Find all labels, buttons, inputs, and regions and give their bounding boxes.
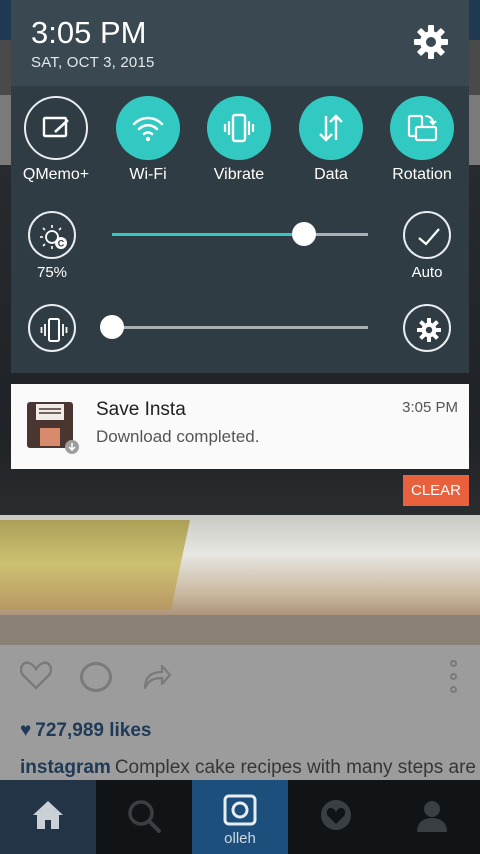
tile-wifi[interactable]: Wi-Fi: [105, 96, 191, 196]
qmemo-icon: [42, 116, 69, 138]
vibrate-icon: [223, 113, 255, 143]
tile-data[interactable]: Data: [288, 96, 374, 196]
clear-button[interactable]: CLEAR: [403, 475, 469, 506]
brightness-slider[interactable]: [112, 222, 368, 246]
nav-profile[interactable]: [384, 780, 480, 854]
brightness-slider-fill: [112, 233, 304, 236]
wifi-toggle[interactable]: [116, 96, 180, 160]
brightness-value: 75%: [36, 264, 68, 281]
like-heart-icon[interactable]: [20, 660, 52, 690]
brightness-icon: C: [40, 225, 67, 249]
share-icon[interactable]: [142, 662, 172, 690]
tile-label-rotation: Rotation: [392, 166, 452, 183]
data-icon: [319, 114, 343, 142]
svg-text:C: C: [58, 239, 65, 249]
shade-header: 3:05 PM SAT, OCT 3, 2015: [11, 0, 469, 86]
notification-title: Save Insta: [96, 399, 186, 420]
more-options-icon[interactable]: [450, 660, 458, 699]
caption-username[interactable]: instagram: [20, 757, 111, 778]
brightness-slider-thumb[interactable]: [292, 222, 316, 246]
volume-slider[interactable]: [100, 315, 368, 339]
bottom-navigation: olleh: [0, 780, 480, 854]
tile-label-vibrate: Vibrate: [213, 166, 265, 183]
brightness-icon-button[interactable]: C: [28, 211, 76, 259]
auto-brightness-label: Auto: [411, 264, 443, 281]
floppy-disk-icon: [27, 402, 79, 454]
rotation-toggle[interactable]: [390, 96, 454, 160]
save-insta-notification[interactable]: Save Insta Download completed. 3:05 PM: [11, 384, 469, 469]
volume-slider-thumb[interactable]: [100, 315, 124, 339]
tile-label-qmemo: QMemo+: [22, 166, 90, 183]
qmemo-toggle[interactable]: [24, 96, 88, 160]
likes-heart-icon: ♥: [20, 720, 32, 741]
notification-time: 3:05 PM: [402, 399, 458, 416]
nav-home[interactable]: [0, 780, 96, 854]
nav-activity[interactable]: [288, 780, 384, 854]
tile-vibrate[interactable]: Vibrate: [196, 96, 282, 196]
comment-icon[interactable]: [80, 662, 112, 692]
activity-heart-icon: [321, 800, 351, 830]
likes-text: 727,989 likes: [35, 720, 152, 741]
search-icon: [128, 800, 161, 833]
cake-image-yellow-section: [0, 520, 191, 610]
caption-text: Complex cake recipes with many steps are: [114, 757, 476, 778]
clock-date[interactable]: SAT, OCT 3, 2015: [31, 54, 155, 71]
vibrate-toggle[interactable]: [207, 96, 271, 160]
tile-rotation[interactable]: Rotation: [379, 96, 465, 196]
gear-icon: [417, 318, 441, 342]
vibrate-icon: [40, 318, 68, 342]
settings-button[interactable]: [411, 22, 451, 62]
camera-label: olleh: [224, 830, 256, 847]
volume-settings-button[interactable]: [403, 304, 451, 352]
clock-time: 3:05 PM: [31, 15, 147, 50]
notification-shade: 3:05 PM SAT, OCT 3, 2015 QMemo+ Wi-Fi Vi…: [11, 0, 469, 373]
rotation-icon: [407, 114, 438, 142]
gear-icon: [414, 25, 448, 59]
sound-mode-button[interactable]: [28, 304, 76, 352]
nav-search[interactable]: [96, 780, 192, 854]
cake-plate: [0, 615, 480, 645]
home-icon: [33, 801, 63, 829]
data-toggle[interactable]: [299, 96, 363, 160]
notification-text: Download completed.: [96, 427, 260, 446]
checkmark-icon: [418, 228, 440, 246]
tile-qmemo[interactable]: QMemo+: [13, 96, 99, 196]
post-caption: instagram Complex cake recipes with many …: [20, 757, 476, 779]
wifi-icon: [132, 116, 164, 142]
auto-brightness-toggle[interactable]: [403, 211, 451, 259]
likes-count[interactable]: ♥ 727,989 likes: [20, 720, 152, 742]
nav-camera[interactable]: olleh: [192, 780, 288, 854]
profile-icon: [417, 801, 447, 832]
camera-icon: [223, 794, 257, 826]
